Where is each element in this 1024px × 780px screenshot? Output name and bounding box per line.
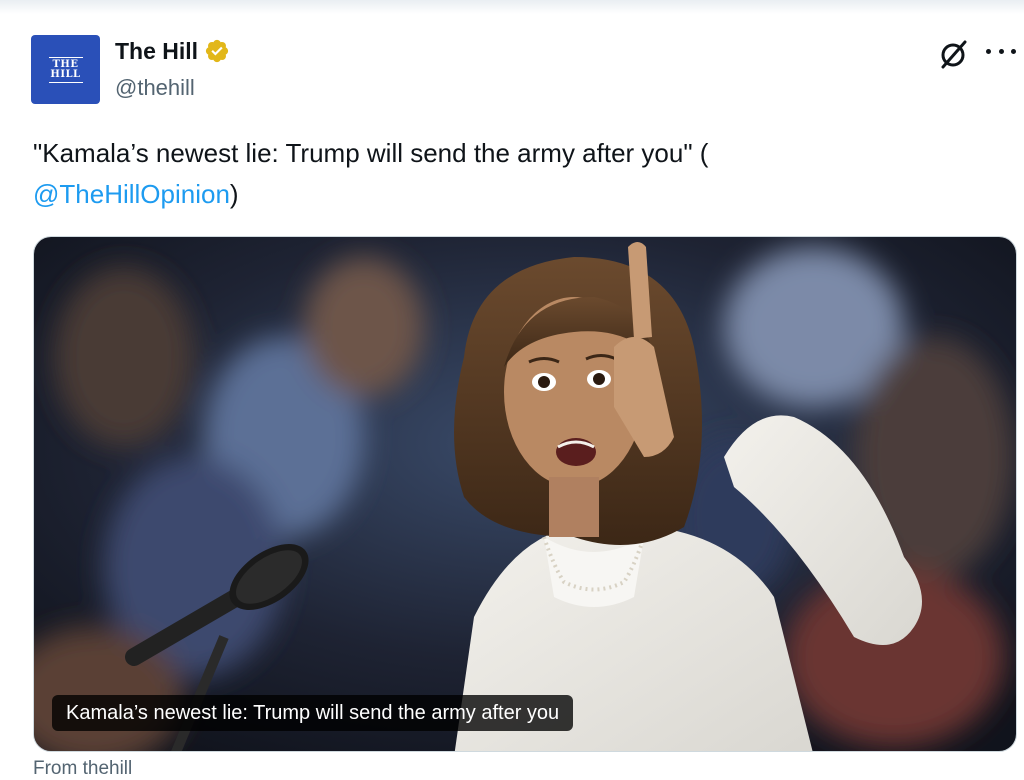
tweet-media-photo[interactable]: [33, 236, 1017, 752]
author-display-name[interactable]: The Hill: [115, 36, 198, 66]
tweet-text-end: ): [229, 179, 239, 209]
speaker-photo: [34, 237, 1016, 751]
mention-link[interactable]: @TheHillOpinion: [33, 179, 230, 209]
avatar[interactable]: THE HILL: [31, 35, 100, 104]
from-source-link[interactable]: From thehill: [33, 758, 132, 780]
media-caption: Kamala’s newest lie: Trump will send the…: [52, 695, 574, 731]
author-handle[interactable]: @thehill: [115, 73, 195, 103]
more-dot: [998, 48, 1004, 54]
window-top-edge: [0, 0, 1024, 14]
more-dot: [986, 48, 991, 54]
more-dot: [1011, 48, 1016, 54]
author-name-row: The Hill: [115, 36, 230, 66]
avatar-logo-text: THE HILL: [48, 56, 83, 83]
more-options-icon[interactable]: [986, 36, 1016, 66]
grok-icon[interactable]: [938, 38, 970, 70]
verified-badge-icon[interactable]: [204, 38, 230, 64]
tweet-text: "Kamala’s newest lie: Trump will send th…: [33, 133, 973, 215]
tweet-text-main: "Kamala’s newest lie: Trump will send th…: [33, 138, 709, 168]
